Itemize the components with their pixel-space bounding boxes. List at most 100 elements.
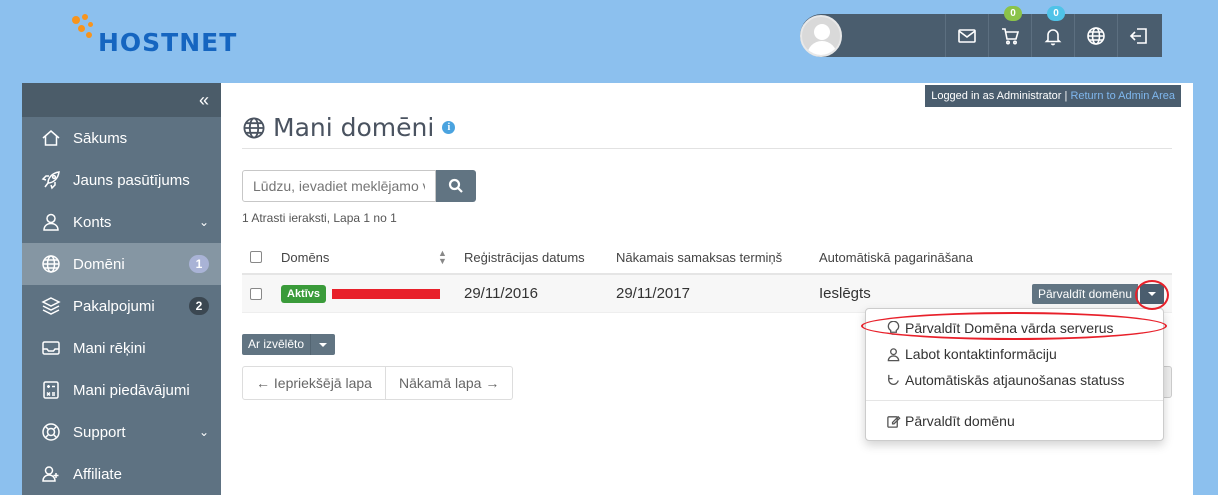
search-button[interactable]	[436, 170, 476, 202]
domains-table: Domēns ▲ ▼ Reģistrācijas datums Nākamais …	[242, 241, 1172, 313]
logo-text: HOSTNET	[98, 28, 238, 57]
cart-count-badge: 0	[1004, 6, 1022, 21]
search-bar	[242, 170, 476, 202]
notifications-button[interactable]: 0	[1031, 6, 1074, 57]
sidebar-item-label: Mani rēķini	[73, 339, 146, 357]
column-header-registration-date[interactable]: Reģistrācijas datums	[464, 241, 585, 273]
sidebar-item-label: Sākums	[73, 129, 128, 147]
globe-icon	[1087, 26, 1105, 45]
registration-date: 29/11/2016	[464, 285, 538, 302]
sidebar-item-label: Affiliate	[73, 465, 122, 483]
avatar[interactable]	[800, 14, 842, 57]
sidebar-item-label: Jauns pasūtījums	[73, 171, 190, 189]
logo-dot	[82, 14, 88, 20]
admin-bar-text: Logged in as Administrator |	[931, 90, 1068, 102]
collapse-sidebar-icon[interactable]: «	[199, 90, 209, 111]
column-header-auto-renew[interactable]: Automātiskā pagarināšana	[819, 241, 973, 273]
sidebar-item-affiliate[interactable]: Affiliate	[22, 453, 221, 495]
sort-icon[interactable]: ▲ ▼	[438, 249, 447, 266]
row-checkbox[interactable]	[250, 287, 262, 300]
sidebar-item-invoices[interactable]: Mani rēķini	[22, 327, 221, 369]
affiliate-icon	[40, 463, 62, 485]
column-header-domain[interactable]: Domēns	[281, 241, 329, 273]
mail-button[interactable]	[945, 14, 988, 57]
sidebar-item-label: Domēni	[73, 255, 125, 273]
sidebar-item-quotes[interactable]: Mani piedāvājumi	[22, 369, 221, 411]
sidebar-item-domains[interactable]: Domēni 1	[22, 243, 221, 285]
user-name-area[interactable]	[842, 14, 945, 57]
column-header-next-due[interactable]: Nākamais samaksas termiņš	[616, 241, 782, 273]
layers-icon	[40, 295, 62, 317]
brand-logo[interactable]: HOSTNET	[72, 14, 236, 58]
lifebuoy-icon	[40, 421, 62, 443]
pagination: ← Iepriekšējā lapa Nākamā lapa →	[242, 366, 514, 400]
cart-icon	[1002, 27, 1020, 45]
globe-icon	[243, 117, 265, 138]
services-count-badge: 2	[189, 297, 209, 315]
globe-icon	[40, 253, 62, 275]
logout-button[interactable]	[1117, 14, 1160, 57]
manage-dropdown-menu: Pārvaldīt Domēna vārda serverus Labot ko…	[865, 308, 1164, 441]
select-all-checkbox[interactable]	[250, 251, 262, 263]
page-title: Mani domēni i	[242, 113, 456, 142]
menu-item-auto-renew-status[interactable]: Automātiskās atjaunošanas statuss	[866, 367, 1163, 393]
edit-icon	[887, 415, 901, 428]
sidebar-item-support[interactable]: Support ⌄	[22, 411, 221, 453]
menu-divider	[866, 400, 1163, 401]
chevron-down-icon: ⌄	[198, 425, 209, 439]
logo-dot	[86, 32, 92, 38]
caret-down-icon	[319, 342, 328, 347]
menu-item-manage-nameservers[interactable]: Pārvaldīt Domēna vārda serverus	[866, 315, 1163, 341]
user-icon	[40, 211, 62, 233]
sidebar-header: «	[22, 83, 221, 117]
chevron-down-icon: ⌄	[198, 215, 209, 229]
calculator-icon	[40, 379, 62, 401]
bulb-icon	[887, 320, 900, 335]
manage-dropdown-toggle[interactable]	[1140, 284, 1164, 304]
next-page-button[interactable]: Nākamā lapa →	[385, 366, 514, 400]
admin-bar: Logged in as Administrator | Return to A…	[925, 85, 1181, 107]
sidebar-item-label: Mani piedāvājumi	[73, 381, 190, 399]
sidebar-item-label: Support	[73, 423, 126, 441]
logo-dot	[72, 16, 80, 24]
notification-count-badge: 0	[1047, 6, 1065, 21]
search-input[interactable]	[242, 170, 436, 202]
rocket-icon	[40, 169, 62, 191]
title-divider	[242, 148, 1172, 149]
manage-domain-button[interactable]: Pārvaldīt domēnu	[1031, 284, 1138, 304]
table-header: Domēns ▲ ▼ Reģistrācijas datums Nākamais …	[242, 241, 1172, 275]
bulk-actions-toggle[interactable]	[311, 334, 336, 355]
user-icon	[887, 347, 900, 361]
logo-dot	[78, 25, 85, 32]
menu-item-manage-domain[interactable]: Pārvaldīt domēnu	[866, 408, 1163, 434]
logo-dot	[88, 22, 93, 27]
language-button[interactable]	[1074, 14, 1117, 57]
bell-icon	[1044, 28, 1062, 45]
inbox-icon	[40, 337, 62, 359]
cart-button[interactable]: 0	[988, 6, 1031, 57]
refresh-icon	[888, 374, 899, 385]
results-info: 1 Atrasti ieraksti, Lapa 1 no 1	[242, 211, 397, 225]
home-icon	[40, 127, 62, 149]
page-title-text: Mani domēni	[273, 113, 435, 142]
user-toolbar: 0 0	[800, 6, 1162, 57]
menu-item-edit-contacts[interactable]: Labot kontaktinformāciju	[866, 341, 1163, 367]
mail-icon	[958, 28, 976, 43]
prev-page-button[interactable]: ← Iepriekšējā lapa	[242, 366, 386, 400]
info-icon[interactable]: i	[442, 121, 456, 134]
search-icon	[448, 178, 463, 193]
next-due-date: 29/11/2017	[616, 285, 690, 302]
caret-down-icon	[1148, 292, 1156, 296]
bulk-actions: Ar izvēlēto	[242, 334, 336, 355]
sidebar-item-home[interactable]: Sākums	[22, 117, 221, 159]
auto-renew-status: Ieslēgts	[819, 285, 871, 302]
sidebar-item-label: Konts	[73, 213, 112, 231]
sidebar-item-account[interactable]: Konts ⌄	[22, 201, 221, 243]
sidebar-item-new-order[interactable]: Jauns pasūtījums	[22, 159, 221, 201]
sidebar: « Sākums Jauns pasūtījums Konts ⌄ Domēni…	[22, 83, 221, 495]
logout-icon	[1129, 27, 1147, 44]
return-to-admin-link[interactable]: Return to Admin Area	[1070, 90, 1175, 102]
status-badge: Aktīvs	[281, 284, 327, 303]
bulk-actions-button[interactable]: Ar izvēlēto	[242, 334, 312, 355]
sidebar-item-services[interactable]: Pakalpojumi 2	[22, 285, 221, 327]
